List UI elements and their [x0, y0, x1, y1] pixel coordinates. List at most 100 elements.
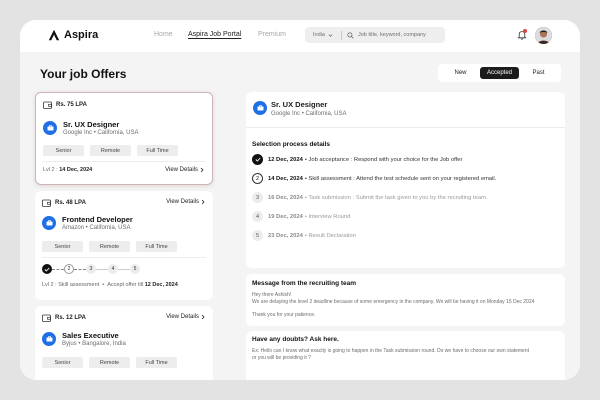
question-text: or you will be providing it ? [252, 355, 311, 361]
step-description: • Result Declaration [304, 232, 356, 239]
chevron-right-icon [201, 314, 205, 320]
step-date: 19 Dec, 2024 [268, 213, 303, 220]
job-title: Sr. UX Designer [63, 120, 120, 129]
question-input[interactable]: Ex: Hello can I know what exactly is goi… [246, 345, 565, 380]
step-connector [74, 268, 86, 270]
salary: Rs. 75 LPA [43, 101, 87, 109]
step-complete [252, 154, 263, 165]
level-info: Lvl 2 : 14 Dec, 2024 [43, 167, 92, 173]
level-date: 14 Dec, 2024 [59, 167, 93, 173]
company-name: Google Inc [63, 130, 93, 136]
search-bar: India Job title, keyword, company [305, 27, 445, 43]
step-number: 2 [252, 173, 263, 184]
level-date: 12 Dec, 2024 [144, 282, 178, 288]
message-heading: Message from the recruiting team [252, 280, 357, 287]
nav-premium-link[interactable]: Premium [258, 31, 286, 38]
step-pending: 3 [86, 264, 96, 274]
step-description: • Job acceptance : Respond with your cho… [304, 156, 463, 163]
company-logo [43, 121, 57, 135]
salary-value: Rs. 75 LPA [56, 102, 87, 108]
process-step: 4 19 Dec, 2024 • Interview Round [252, 211, 350, 222]
nav-home-link[interactable]: Home [154, 31, 173, 38]
company-location: California, USA [89, 225, 131, 231]
view-details-label: View Details [165, 167, 198, 173]
process-step: 2 14 Dec, 2024 • Skill assessment : Atte… [252, 173, 496, 184]
step-current: 2 [64, 264, 74, 274]
job-company: Byjus • Bangalore, India [62, 341, 126, 347]
view-details-link[interactable]: View Details [165, 167, 204, 173]
view-details-link[interactable]: View Details [166, 314, 205, 320]
ask-heading: Have any doubts? Ask here. [252, 336, 339, 343]
job-tags: Senior Remote Full Time [43, 145, 178, 156]
offer-card[interactable]: Rs. 12 LPA View Details Sales Executive … [35, 306, 213, 380]
avatar[interactable] [535, 27, 552, 44]
company-logo [42, 216, 56, 230]
company-logo [253, 101, 267, 115]
brand-logo[interactable]: Aspira [48, 28, 98, 42]
page-title: Your job Offers [40, 67, 127, 81]
wallet-icon [42, 199, 51, 207]
step-number: 4 [252, 211, 263, 222]
company-location: California, USA [97, 130, 139, 136]
chevron-down-icon [328, 33, 333, 37]
avatar-image [535, 27, 552, 44]
check-icon [44, 267, 50, 272]
step-connector [118, 268, 130, 270]
process-step: 12 Dec, 2024 • Job acceptance : Respond … [252, 154, 462, 165]
message-line: Thank you for your patience. [252, 312, 316, 318]
recruiter-message-card: Message from the recruiting team Hey the… [246, 274, 565, 326]
tab-new[interactable]: New [441, 67, 480, 79]
view-details-link[interactable]: View Details [166, 199, 205, 205]
country-select[interactable]: India [305, 32, 341, 38]
top-nav-bar: Aspira Home Aspira Job Portal Premium In… [20, 20, 580, 52]
step-complete [42, 264, 52, 274]
detail-company: Google Inc • California, USA [271, 111, 347, 117]
app-window: Aspira Home Aspira Job Portal Premium In… [20, 20, 580, 380]
offer-card[interactable]: Rs. 75 LPA Sr. UX Designer Google Inc • … [35, 92, 213, 185]
check-icon [254, 157, 261, 162]
search-divider [341, 30, 342, 40]
brand-name: Aspira [64, 29, 99, 41]
accept-deadline-label: Accept offer till [107, 282, 144, 288]
tag-chip: Full Time [137, 145, 178, 156]
tag-chip: Full Time [136, 357, 177, 368]
level-label: Lvl 2 : [43, 167, 58, 173]
salary: Rs. 48 LPA [42, 199, 86, 207]
tab-past[interactable]: Past [519, 67, 558, 79]
job-company: Google Inc • California, USA [63, 130, 139, 136]
message-line: Hey there Ashish! [252, 292, 292, 298]
detail-job-title: Sr. UX Designer [271, 100, 328, 109]
divider [42, 257, 206, 258]
salary: Rs. 12 LPA [42, 314, 86, 322]
search-input[interactable]: Job title, keyword, company [358, 32, 426, 38]
job-title: Frontend Developer [62, 215, 133, 224]
chevron-right-icon [201, 199, 205, 205]
tag-chip: Senior [43, 145, 84, 156]
nav-job-portal-link[interactable]: Aspira Job Portal [188, 31, 241, 38]
tag-chip: Remote [90, 145, 131, 156]
wallet-icon [43, 101, 52, 109]
message-line: We are delaying the level 2 deadline bec… [252, 299, 535, 305]
selection-process-heading: Selection process details [252, 141, 331, 148]
tab-accepted[interactable]: Accepted [480, 67, 519, 79]
company-logo [42, 332, 56, 346]
level-label: Lvl 2 : Skill assessment [42, 282, 100, 288]
company-location: Bangalore, India [82, 341, 126, 347]
offer-tabs: New Accepted Past [438, 64, 561, 82]
salary-value: Rs. 12 LPA [55, 315, 86, 321]
salary-value: Rs. 48 LPA [55, 200, 86, 206]
step-date: 16 Dec, 2024 [268, 194, 303, 201]
step-date: 14 Dec, 2024 [268, 175, 303, 182]
offer-card[interactable]: Rs. 48 LPA View Details Frontend Develop… [35, 191, 213, 300]
company-location: California, USA [305, 111, 347, 117]
process-step: 3 16 Dec, 2024 • Task submission : Submi… [252, 192, 488, 203]
briefcase-icon [46, 336, 52, 342]
divider [246, 127, 565, 128]
ask-doubts-card: Have any doubts? Ask here. Ex: Hello can… [246, 331, 565, 380]
tag-chip: Remote [89, 241, 130, 252]
company-name: Google Inc [271, 111, 301, 117]
step-description: • Task submission : Submit the task give… [304, 194, 488, 201]
aspira-logo-icon [48, 29, 60, 41]
notification-badge [523, 29, 527, 33]
search-icon [347, 31, 354, 39]
